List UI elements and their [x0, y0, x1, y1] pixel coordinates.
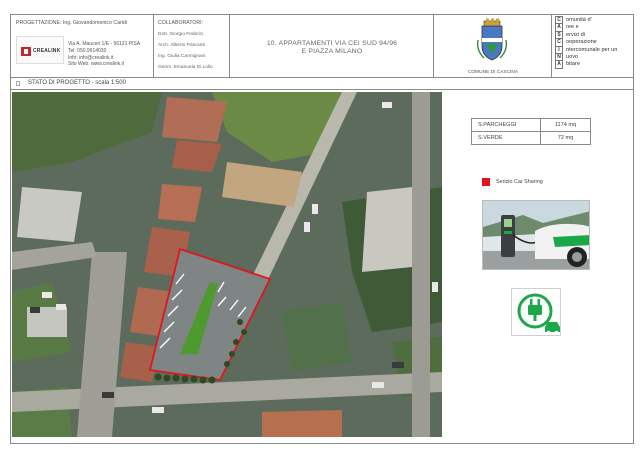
- collaborator-name: Ing. Giulia Carmignani: [158, 54, 206, 59]
- aerial-map-graphic: [12, 92, 442, 437]
- cascina-acronym-cell: C A S C I N A omunità d' ree e ervizi di…: [552, 14, 634, 78]
- acronym-word: uovo: [566, 54, 579, 61]
- ev-charging-photo: [482, 200, 590, 270]
- address-line: Sito Web: www.crealink.it: [68, 61, 125, 68]
- project-title: 10. APPARTAMENTI VIA CEI SUD 94/96 E PIA…: [230, 40, 434, 57]
- designer-name: PROGETTAZIONE: Ing. Giovandomenico Carid…: [16, 20, 127, 26]
- title-block: PROGETTAZIONE: Ing. Giovandomenico Carid…: [10, 14, 634, 78]
- acronym-word: ooperazione: [566, 39, 597, 46]
- project-title-cell: 10. APPARTAMENTI VIA CEI SUD 94/96 E PIA…: [230, 14, 434, 78]
- legend-row-value: 72 mq: [540, 131, 591, 145]
- legend-row-label: S.PARCHEGGI: [471, 118, 541, 132]
- legend-row: S.PARCHEGGI 1174 mq: [471, 118, 591, 132]
- legend-row-label: S.VERDE: [471, 131, 541, 145]
- acronym-word: ntercomunale per un: [566, 46, 618, 53]
- crealink-logo-mark: [21, 47, 31, 56]
- area-legend-table: S.PARCHEGGI 1174 mq S.VERDE 72 mq: [471, 118, 591, 145]
- drawing-subheader: STATO DI PROGETTO - scala 1:500: [10, 78, 634, 90]
- car-sharing-swatch: [482, 178, 490, 186]
- municipality-cell: COMUNE DI CASCINA: [434, 14, 552, 78]
- address-line: Info: info@crealink.it: [68, 54, 114, 61]
- crealink-logo-text: CREALINK: [33, 48, 61, 54]
- electric-car-icon: [511, 288, 561, 336]
- electric-plug-car-graphic: [517, 293, 560, 335]
- collaborators-cell: COLLABORATORI: Dott. Giorgio Federici Ar…: [154, 14, 230, 78]
- cascina-crest-icon: [476, 18, 508, 61]
- ev-charging-photo-graphic: [483, 201, 589, 269]
- collaborators-title: COLLABORATORI:: [158, 20, 204, 26]
- address-line: Tel: 050.9914030: [68, 47, 107, 54]
- acronym-word: omunità d': [566, 17, 592, 23]
- crealink-logo: CREALINK: [16, 36, 64, 64]
- acronym-word: ree e: [566, 24, 579, 31]
- legend-row-value: 1174 mq: [540, 118, 591, 132]
- car-sharing-label: Serizio Car Sharing: [496, 179, 543, 185]
- comune-label: COMUNE DI CASCINA: [467, 70, 519, 75]
- collaborator-name: Dott. Giorgio Federici: [158, 32, 204, 37]
- collaborator-name: Geom. Emanuela Di Lollo: [158, 65, 213, 70]
- designer-cell: PROGETTAZIONE: Ing. Giovandomenico Carid…: [10, 14, 154, 78]
- sheet-marker-icon: [16, 81, 20, 86]
- designer-address: Via A. Mauceri 1/E - 56121 PISA Tel: 050…: [68, 41, 140, 68]
- acronym-letter: A: [555, 60, 563, 69]
- aerial-site-plan: [12, 92, 442, 437]
- collaborator-name: Arch. Alberto Pasciutti: [158, 43, 205, 48]
- project-title-line2: E PIAZZA MILANO: [301, 48, 363, 56]
- acronym-word: bitare: [566, 61, 580, 68]
- acronym-letters: C A S C I N A: [555, 16, 563, 69]
- acronym-word: ervizi di: [566, 31, 585, 38]
- drawing-scale-label: STATO DI PROGETTO - scala 1:500: [28, 80, 126, 86]
- acronym-words: omunità d' ree e ervizi di ooperazione n…: [566, 17, 617, 69]
- address-line: Via A. Mauceri 1/E - 56121 PISA: [68, 41, 141, 47]
- legend-row: S.VERDE 72 mq: [471, 131, 591, 145]
- project-title-line1: 10. APPARTAMENTI VIA CEI SUD 94/96: [266, 40, 398, 47]
